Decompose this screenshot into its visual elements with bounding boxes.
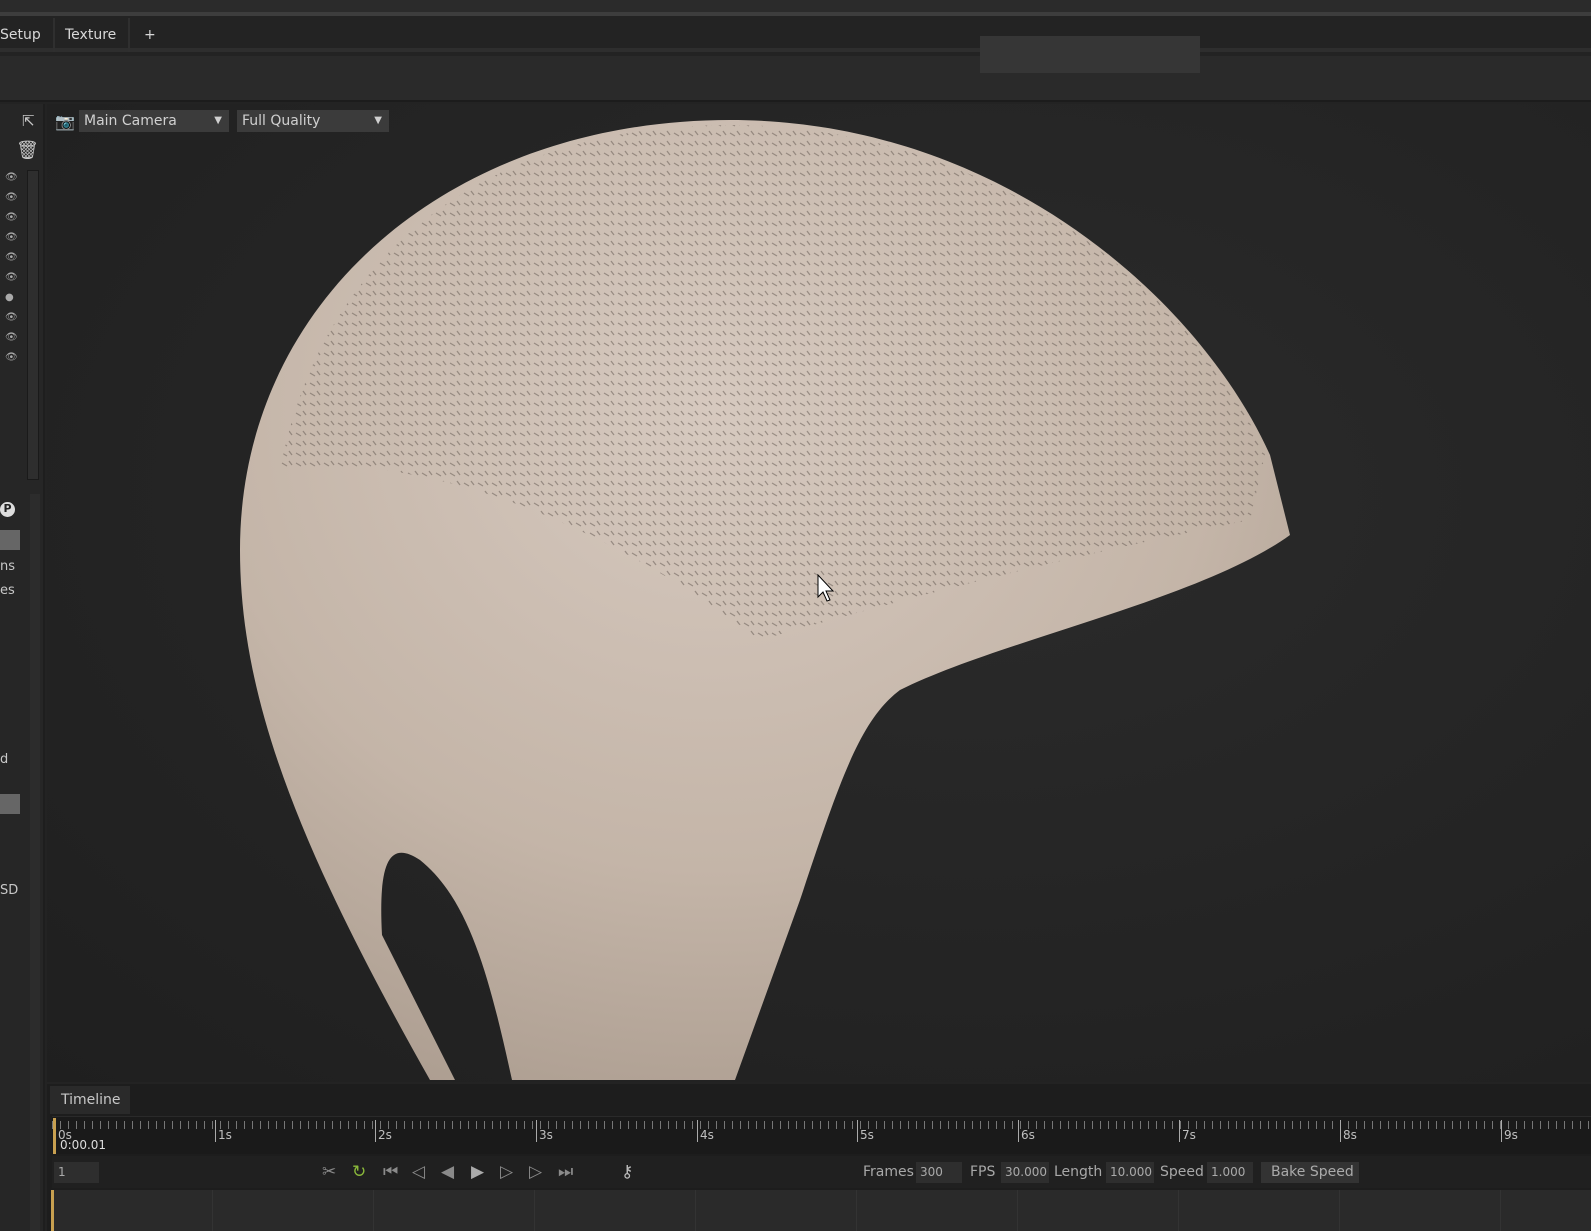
tick-label: 8s: [1340, 1120, 1357, 1142]
p-icon[interactable]: P: [0, 502, 15, 517]
eye-icon[interactable]: 👁: [5, 212, 18, 223]
eye-icon[interactable]: ●: [5, 292, 14, 303]
eye-icon[interactable]: 👁: [5, 312, 18, 323]
timeline-ruler[interactable]: [52, 1116, 1591, 1154]
helmet-model: [240, 120, 1290, 1080]
panel-label: ns: [0, 559, 16, 574]
length-input[interactable]: 10.000: [1106, 1162, 1154, 1183]
fps-input[interactable]: 30.000: [1001, 1162, 1049, 1183]
panel-label: d: [0, 752, 9, 767]
panel-header[interactable]: [0, 530, 20, 550]
next-key-icon[interactable]: ▷: [529, 1162, 542, 1182]
panel-label: es: [0, 583, 15, 598]
workspace-tabs: Setup Texture +: [0, 18, 1591, 52]
speed-label: Speed: [1160, 1164, 1204, 1180]
tick-label: 1s: [215, 1120, 232, 1142]
popout-icon[interactable]: ⇱: [22, 112, 35, 130]
panel-label: SD: [0, 883, 19, 898]
frame-input[interactable]: 1: [54, 1162, 99, 1183]
camera-value: Main Camera: [84, 113, 177, 129]
3d-viewport[interactable]: [47, 104, 1591, 1082]
play-icon[interactable]: ▶: [471, 1162, 484, 1182]
scissors-icon[interactable]: ✂: [322, 1162, 336, 1182]
tab-texture[interactable]: Texture: [53, 18, 131, 52]
skip-to-end-icon[interactable]: ⏭: [558, 1162, 573, 1182]
loop-icon[interactable]: ↻: [352, 1162, 366, 1182]
quality-dropdown[interactable]: Full Quality ▼: [237, 110, 389, 132]
trash-icon[interactable]: 🗑: [16, 140, 39, 161]
tick-label: 6s: [1018, 1120, 1035, 1142]
tick-label: 4s: [697, 1120, 714, 1142]
eye-icon[interactable]: 👁: [5, 272, 18, 283]
chevron-down-icon: ▼: [214, 115, 222, 126]
key-icon[interactable]: ⚷: [621, 1162, 633, 1182]
eye-icon[interactable]: 👁: [5, 232, 18, 243]
track-playhead: [51, 1190, 54, 1231]
tick-label: 3s: [536, 1120, 553, 1142]
playhead[interactable]: [53, 1118, 56, 1154]
length-label: Length: [1054, 1164, 1103, 1180]
tab-setup[interactable]: Setup: [0, 18, 55, 52]
tick-label: 2s: [375, 1120, 392, 1142]
step-back-icon[interactable]: ◀: [441, 1162, 454, 1182]
quality-value: Full Quality: [242, 113, 321, 129]
chevron-down-icon: ▼: [374, 115, 382, 126]
tick-label: 5s: [857, 1120, 874, 1142]
eye-icon[interactable]: 👁: [5, 352, 18, 363]
eye-icon[interactable]: 👁: [5, 252, 18, 263]
eye-icon[interactable]: 👁: [5, 172, 18, 183]
left-panel: ⇱ 🗑 👁 👁 👁 👁 👁 👁 ● 👁 👁 👁 P ns es d SD: [0, 104, 45, 1231]
bake-speed-button[interactable]: Bake Speed: [1261, 1162, 1359, 1183]
timeline-track[interactable]: [52, 1190, 1591, 1231]
speed-input[interactable]: 1.000: [1207, 1162, 1253, 1183]
fps-label: FPS: [970, 1164, 996, 1180]
panel-scrollbar[interactable]: [30, 494, 40, 1231]
layers-scrollbar[interactable]: [27, 170, 39, 480]
tab-timeline[interactable]: Timeline: [50, 1086, 130, 1114]
playback-controls: [52, 1156, 1591, 1188]
tick-label: 7s: [1179, 1120, 1196, 1142]
frames-input[interactable]: 300: [916, 1162, 962, 1183]
current-time: 0:00.01: [60, 1138, 107, 1152]
camera-icon[interactable]: 📷: [55, 112, 75, 131]
add-tab-button[interactable]: +: [132, 18, 168, 52]
title-bar: [0, 0, 1591, 16]
eye-icon[interactable]: 👁: [5, 192, 18, 203]
eye-icon[interactable]: 👁: [5, 332, 18, 343]
previous-key-icon[interactable]: ◁: [412, 1162, 425, 1182]
tick-label: 9s: [1501, 1120, 1518, 1142]
toolbar: [0, 56, 1591, 102]
toolbar-field[interactable]: [980, 36, 1200, 73]
step-forward-icon[interactable]: ▷: [500, 1162, 513, 1182]
camera-dropdown[interactable]: Main Camera ▼: [79, 110, 229, 132]
skip-to-start-icon[interactable]: ⏮: [383, 1162, 398, 1182]
panel-header[interactable]: [0, 794, 20, 814]
frames-label: Frames: [863, 1164, 914, 1180]
